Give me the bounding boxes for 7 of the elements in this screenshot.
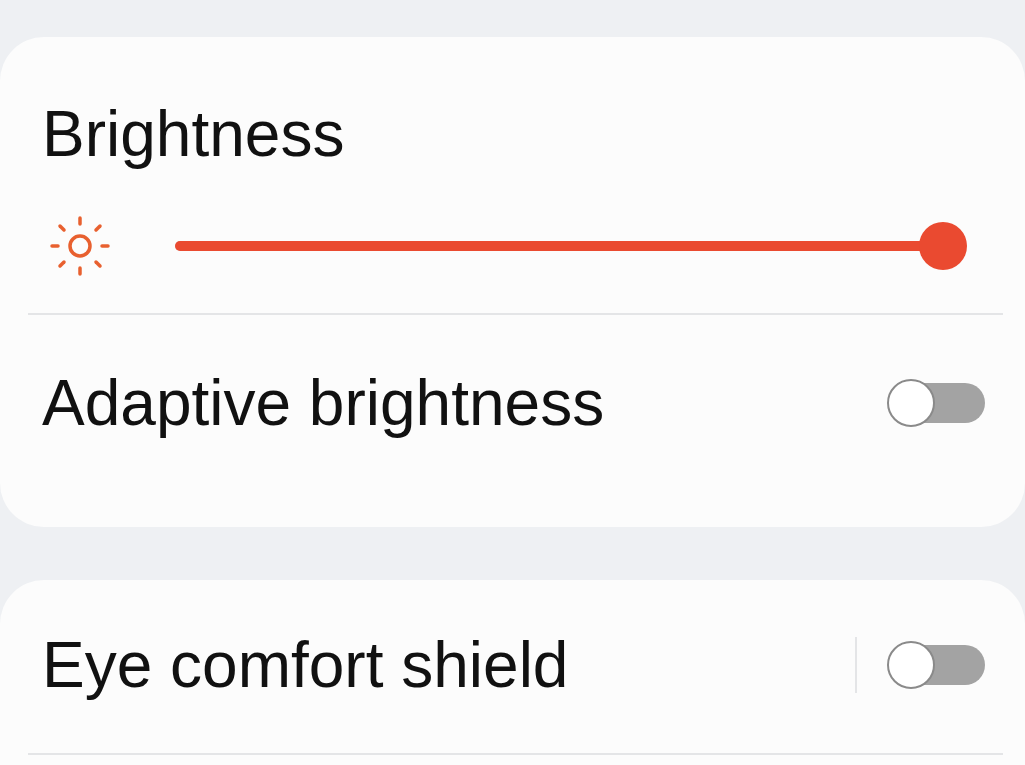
sun-icon	[48, 214, 112, 278]
setting-label: Adaptive brightness	[42, 365, 606, 440]
brightness-title: Brightness	[42, 97, 346, 171]
toggle-switch[interactable]	[887, 378, 985, 427]
brightness-slider[interactable]	[175, 222, 967, 270]
toggle-switch[interactable]	[887, 641, 985, 689]
setting-label: Eye comfort shield	[42, 628, 570, 702]
